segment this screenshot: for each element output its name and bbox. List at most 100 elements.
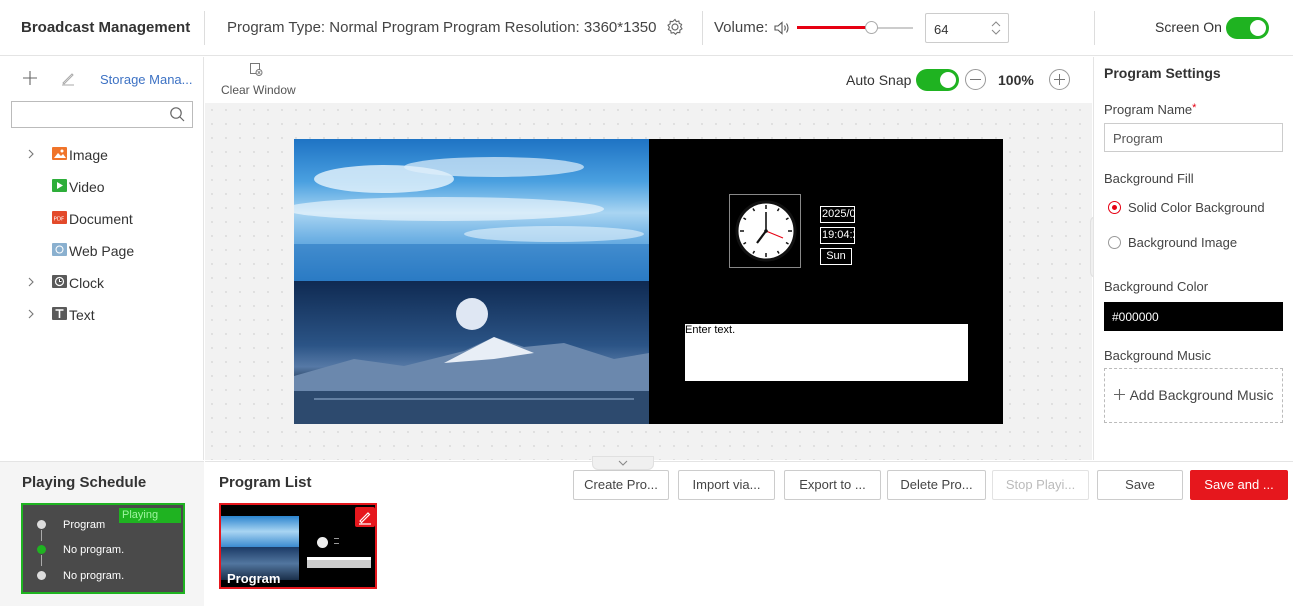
required-mark: *: [1192, 102, 1197, 114]
schedule-title: Playing Schedule: [22, 474, 147, 491]
chevron-down-icon: [618, 460, 628, 466]
auto-snap-toggle[interactable]: [916, 69, 959, 91]
background-image-radio[interactable]: [1108, 236, 1121, 249]
program-name-value: Program: [1113, 131, 1163, 146]
program-name-label-text: Program Name: [1104, 102, 1193, 117]
gear-icon[interactable]: [665, 17, 685, 37]
import-button[interactable]: Import via...: [678, 470, 775, 500]
schedule-list[interactable]: Playing Program No program. No program.: [21, 503, 185, 594]
search-input[interactable]: [11, 101, 193, 128]
save-button[interactable]: Save: [1097, 470, 1183, 500]
delete-program-button[interactable]: Delete Pro...: [887, 470, 986, 500]
program-settings-panel: Program Settings Program Name* Program B…: [1093, 57, 1293, 460]
program-name-input[interactable]: Program: [1104, 123, 1283, 152]
solid-color-radio-label[interactable]: Solid Color Background: [1128, 200, 1265, 215]
volume-slider-thumb[interactable]: [865, 21, 878, 34]
clear-window-button[interactable]: Clear Window: [221, 83, 296, 97]
save-and-button[interactable]: Save and ...: [1190, 470, 1288, 500]
day-display: Sun: [820, 248, 852, 265]
create-program-button[interactable]: Create Pro...: [573, 470, 669, 500]
export-button[interactable]: Export to ...: [784, 470, 881, 500]
thumbnail-dash: [334, 543, 339, 544]
text-widget[interactable]: Enter text.: [685, 324, 968, 381]
auto-snap-label: Auto Snap: [846, 72, 912, 88]
web-page-icon: [52, 243, 67, 256]
program-type-label: Program Type: Normal Program: [227, 19, 440, 36]
volume-input[interactable]: 64: [925, 13, 1009, 43]
text-widget-content: Enter text.: [685, 324, 736, 336]
schedule-dot: [37, 520, 46, 529]
tree-item-image[interactable]: Image: [0, 145, 200, 165]
pencil-icon[interactable]: [60, 70, 76, 86]
program-list-panel: Program List Create Pro... Import via...…: [205, 461, 1293, 606]
background-music-label: Background Music: [1104, 348, 1211, 363]
chevron-right-icon[interactable]: [26, 148, 36, 160]
image-icon: [52, 147, 67, 160]
clock-face-icon: [735, 200, 797, 262]
plus-icon[interactable]: [22, 70, 38, 86]
tree-item-label: Image: [69, 147, 108, 163]
solid-color-radio[interactable]: [1108, 201, 1121, 214]
clear-window-icon[interactable]: [249, 62, 263, 76]
mountain-image-window[interactable]: [294, 281, 649, 424]
spinner-icon[interactable]: [990, 18, 1002, 38]
tree-item-clock[interactable]: Clock: [0, 273, 200, 293]
tree-item-document[interactable]: PDF Document: [0, 209, 200, 229]
time-display: 19:04:27: [820, 227, 855, 244]
divider: [702, 11, 703, 45]
tree-item-label: Clock: [69, 275, 105, 291]
stop-playing-button[interactable]: Stop Playi...: [992, 470, 1089, 500]
tree-item-label: Video: [69, 179, 105, 195]
document-icon: PDF: [52, 211, 67, 224]
top-bar: Broadcast Management Program Type: Norma…: [0, 0, 1293, 56]
schedule-connector: [41, 555, 42, 566]
tree-item-web-page[interactable]: Web Page: [0, 241, 200, 261]
svg-text:PDF: PDF: [54, 217, 65, 223]
sky-image-window[interactable]: [294, 139, 649, 281]
zoom-level: 100%: [998, 72, 1034, 88]
zoom-out-button[interactable]: [965, 69, 986, 90]
divider: [204, 11, 205, 45]
program-card-label: Program: [227, 571, 281, 586]
background-image-radio-label[interactable]: Background Image: [1128, 235, 1237, 250]
schedule-item[interactable]: Program: [63, 519, 105, 531]
plus-icon: [1114, 389, 1126, 400]
expand-bottom-tab[interactable]: [592, 456, 654, 470]
playing-badge: Playing: [119, 508, 181, 523]
background-color-picker[interactable]: #000000: [1104, 302, 1283, 331]
chevron-right-icon[interactable]: [26, 276, 36, 288]
schedule-item[interactable]: No program.: [63, 544, 124, 556]
screen-on-toggle[interactable]: [1226, 17, 1269, 39]
schedule-connector: [41, 530, 42, 541]
app-title: Broadcast Management: [21, 19, 191, 36]
tree-item-text[interactable]: Text: [0, 305, 200, 325]
background-color-label: Background Color: [1104, 279, 1209, 294]
add-background-music-button[interactable]: Add Background Music: [1104, 368, 1283, 423]
speaker-icon[interactable]: [772, 18, 792, 38]
storage-management-link[interactable]: Storage Mana...: [100, 72, 193, 87]
tree-item-label: Text: [69, 307, 95, 323]
thumbnail-dash: [334, 538, 339, 539]
thumbnail-text: [307, 557, 371, 568]
video-icon: [52, 179, 67, 192]
clock-widget[interactable]: [729, 194, 801, 268]
program-name-label: Program Name*: [1104, 102, 1196, 117]
search-icon[interactable]: [169, 106, 185, 122]
divider: [1094, 11, 1095, 45]
zoom-in-button[interactable]: [1049, 69, 1070, 90]
tree-item-video[interactable]: Video: [0, 177, 200, 197]
edit-icon[interactable]: [355, 507, 375, 527]
settings-title: Program Settings: [1104, 65, 1221, 81]
date-display: 2025/04/27: [820, 206, 855, 223]
background-color-value: #000000: [1112, 310, 1159, 324]
thumbnail-image: [221, 516, 299, 547]
chevron-right-icon[interactable]: [26, 308, 36, 320]
playing-schedule-panel: Playing Schedule Playing Program No prog…: [0, 461, 204, 606]
schedule-item[interactable]: No program.: [63, 570, 124, 582]
add-background-music-label: Add Background Music: [1129, 387, 1274, 403]
volume-label: Volume:: [714, 19, 769, 36]
program-card[interactable]: Program: [219, 503, 377, 589]
text-icon: [52, 307, 67, 320]
program-stage[interactable]: 2025/04/27 19:04:27 Sun Enter text.: [294, 139, 1003, 424]
canvas-area: 2025/04/27 19:04:27 Sun Enter text.: [205, 103, 1092, 460]
